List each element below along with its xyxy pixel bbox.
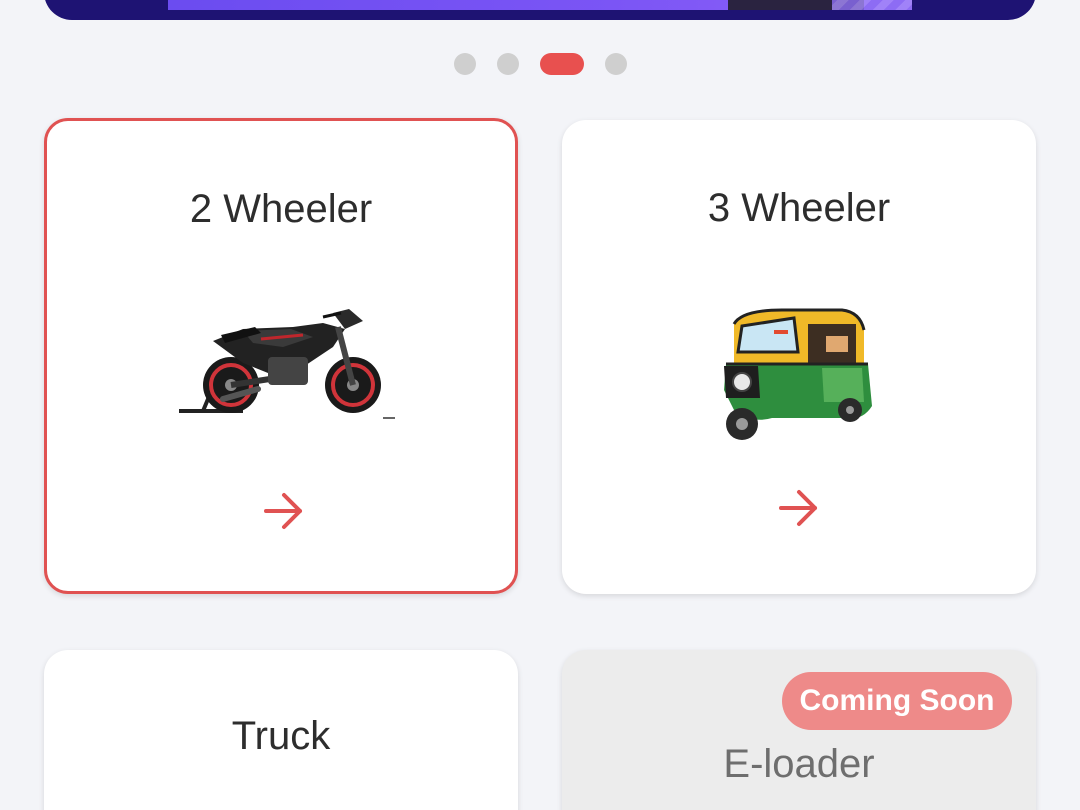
arrow-right-icon[interactable] bbox=[262, 489, 306, 533]
vehicle-card-2-wheeler[interactable]: 2 Wheeler bbox=[44, 118, 518, 594]
coming-soon-badge: Coming Soon bbox=[782, 672, 1012, 730]
vehicle-card-truck[interactable]: Truck bbox=[44, 650, 518, 810]
banner-stripes-graphic bbox=[832, 0, 912, 10]
carousel-dot[interactable] bbox=[453, 53, 476, 75]
vehicle-selection-screen: 2 Wheeler 3 Wheeler Truck Coming Soon E-… bbox=[0, 0, 1080, 810]
banner-artwork bbox=[168, 0, 912, 10]
card-title: 2 Wheeler bbox=[189, 187, 373, 231]
auto-rickshaw-icon bbox=[724, 308, 872, 440]
promo-banner[interactable] bbox=[44, 0, 1036, 20]
carousel-dot[interactable] bbox=[496, 53, 519, 75]
motorcycle-icon bbox=[179, 309, 395, 419]
card-title: 3 Wheeler bbox=[707, 186, 891, 230]
card-title: Truck bbox=[231, 714, 331, 758]
carousel-pagination bbox=[0, 53, 1080, 75]
card-title: E-loader bbox=[723, 742, 875, 786]
arrow-right-icon[interactable] bbox=[777, 486, 821, 530]
carousel-dot-active[interactable] bbox=[539, 53, 584, 75]
carousel-dot[interactable] bbox=[604, 53, 627, 75]
vehicle-card-e-loader: Coming Soon E-loader bbox=[562, 650, 1036, 810]
vehicle-card-3-wheeler[interactable]: 3 Wheeler bbox=[562, 120, 1036, 594]
